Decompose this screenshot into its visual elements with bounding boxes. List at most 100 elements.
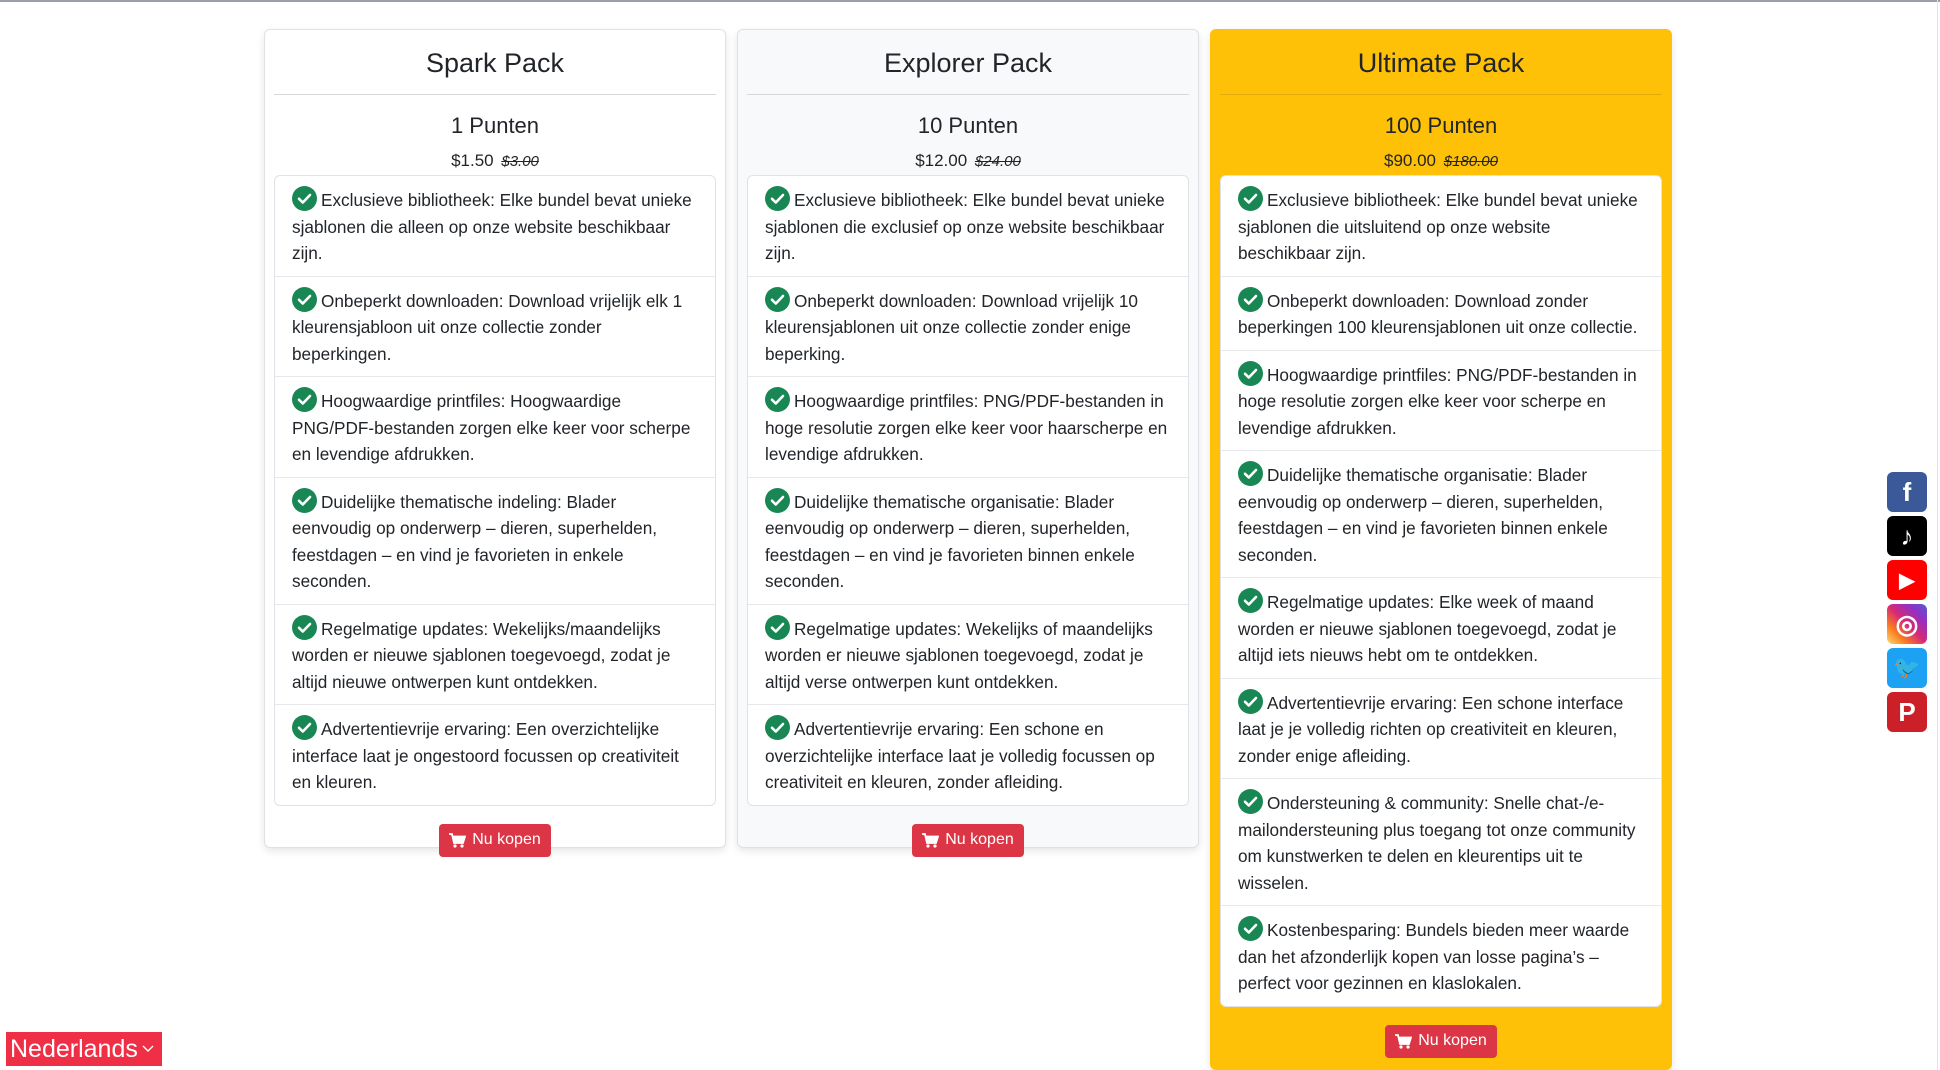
list-item: Regelmatige updates: Wekelijks of maande… [748, 605, 1188, 705]
feature-text: Advertentievrije ervaring: Een schone en… [765, 719, 1155, 792]
feature-list: Exclusieve bibliotheek: Elke bundel beva… [747, 175, 1189, 806]
list-item: Onbeperkt downloaden: Download zonder be… [1221, 277, 1661, 351]
feature-text: Duidelijke thematische indeling: Blader … [292, 491, 658, 592]
check-circle-icon [292, 614, 317, 640]
card-header: Ultimate Pack [1220, 30, 1662, 95]
list-item: Regelmatige updates: Wekelijks/maandelij… [275, 605, 715, 705]
twitter-icon[interactable]: 🐦 [1887, 648, 1927, 688]
list-item: Onbeperkt downloaden: Download vrijelijk… [748, 277, 1188, 377]
buy-now-button[interactable]: Nu kopen [1385, 1024, 1497, 1058]
feature-text: Advertentievrije ervaring: Een schone in… [1238, 692, 1624, 766]
button-label: Nu kopen [945, 831, 1014, 848]
check-circle-icon [1238, 789, 1263, 814]
button-label: Nu kopen [472, 831, 541, 848]
current-price: $1.50 [451, 151, 494, 170]
tiktok-glyph: ♪ [1900, 520, 1914, 551]
facebook-glyph: f [1902, 476, 1912, 507]
feature-text: Regelmatige updates: Wekelijks of maande… [765, 618, 1153, 692]
check-circle-icon [765, 614, 790, 640]
list-item: Duidelijke thematische organisatie: Blad… [748, 478, 1188, 605]
language-label: Nederlands [10, 1034, 138, 1063]
feature-text: Onbeperkt downloaden: Download zonder be… [1238, 290, 1638, 338]
button-wrap: Nu kopen [265, 823, 725, 857]
check-circle-icon [1238, 588, 1263, 613]
list-item: Kostenbesparing: Bundels bieden meer waa… [1221, 906, 1661, 1006]
list-item: Exclusieve bibliotheek: Elke bundel beva… [275, 176, 715, 277]
current-price: $90.00 [1384, 151, 1437, 170]
pinterest-icon[interactable]: P [1887, 692, 1927, 732]
tiktok-icon[interactable]: ♪ [1887, 516, 1927, 556]
youtube-icon[interactable]: ▶ [1887, 560, 1927, 600]
pack-card-explorer: Explorer Pack 10 Punten $12.00 $24.00 Ex… [737, 29, 1199, 857]
buy-now-button[interactable]: Nu kopen [912, 823, 1024, 857]
old-price: $180.00 [1443, 153, 1498, 170]
list-item: Duidelijke thematische indeling: Blader … [275, 478, 715, 605]
check-circle-icon [765, 387, 790, 412]
card-header: Explorer Pack [747, 30, 1189, 95]
pack-title: Ultimate Pack [1357, 47, 1525, 78]
feature-text: Onbeperkt downloaden: Download vrijelijk… [292, 290, 683, 364]
language-select[interactable]: Nederlands [6, 1032, 162, 1066]
feature-text: Hoogwaardige printfiles: PNG/PDF-bestand… [765, 391, 1168, 464]
list-item: Exclusieve bibliotheek: Elke bundel beva… [1221, 176, 1661, 277]
feature-text: Advertentievrije ervaring: Een overzicht… [292, 719, 679, 792]
button-wrap: Nu kopen [1211, 1024, 1671, 1058]
feature-text: Hoogwaardige printfiles: Hoogwaardige PN… [292, 391, 691, 464]
check-circle-icon [765, 186, 790, 211]
check-circle-icon [292, 487, 317, 513]
pack-points: 1 Punten [450, 113, 540, 138]
list-item: Hoogwaardige printfiles: Hoogwaardige PN… [275, 377, 715, 478]
list-item: Onbeperkt downloaden: Download vrijelijk… [275, 277, 715, 377]
current-price: $12.00 [915, 151, 968, 170]
check-circle-icon [292, 387, 317, 412]
feature-text: Kostenbesparing: Bundels bieden meer waa… [1238, 920, 1630, 993]
pack-points: 100 Punten [1384, 113, 1498, 138]
card-header: Spark Pack [274, 30, 716, 95]
check-circle-icon [1238, 360, 1263, 386]
check-circle-icon [1238, 688, 1263, 714]
pack-title: Spark Pack [425, 47, 565, 78]
check-circle-icon [292, 286, 317, 312]
list-item: Advertentievrije ervaring: Een schone in… [1221, 679, 1661, 779]
button-wrap: Nu kopen [738, 823, 1198, 857]
chevron-down-icon [142, 1045, 154, 1052]
feature-text: Duidelijke thematische organisatie: Blad… [765, 491, 1135, 592]
right-border [1937, 0, 1938, 1070]
old-price: $24.00 [974, 153, 1021, 170]
check-circle-icon [292, 715, 317, 740]
cart-icon [449, 832, 467, 848]
feature-text: Exclusieve bibliotheek: Elke bundel beva… [292, 190, 692, 263]
buy-now-button[interactable]: Nu kopen [439, 823, 551, 857]
youtube-glyph: ▶ [1899, 569, 1915, 592]
pack-price: $12.00 $24.00 [738, 151, 1198, 170]
pack-points: 10 Punten [917, 113, 1019, 138]
pack-card-spark: Spark Pack 1 Punten $1.50 $3.00 Exclusie… [264, 29, 726, 857]
check-circle-icon [765, 487, 790, 513]
pack-price: $90.00 $180.00 [1211, 151, 1671, 170]
pack-title: Explorer Pack [883, 47, 1053, 78]
list-item: Hoogwaardige printfiles: PNG/PDF-bestand… [748, 377, 1188, 478]
feature-text: Hoogwaardige printfiles: PNG/PDF-bestand… [1238, 364, 1637, 438]
instagram-icon[interactable]: ◎ [1887, 604, 1927, 644]
facebook-icon[interactable]: f [1887, 472, 1927, 512]
list-item: Hoogwaardige printfiles: PNG/PDF-bestand… [1221, 351, 1661, 451]
pack-card-ultimate: Ultimate Pack 100 Punten $90.00 $180.00 … [1210, 29, 1672, 1070]
check-circle-icon [292, 186, 317, 211]
list-item: Duidelijke thematische organisatie: Blad… [1221, 451, 1661, 578]
feature-list: Exclusieve bibliotheek: Elke bundel beva… [1220, 175, 1662, 1007]
cart-icon [1395, 1033, 1413, 1049]
feature-text: Onbeperkt downloaden: Download vrijelijk… [765, 290, 1138, 364]
feature-text: Ondersteuning & community: Snelle chat-/… [1238, 793, 1636, 893]
feature-text: Regelmatige updates: Wekelijks/maandelij… [292, 618, 671, 692]
twitter-glyph: 🐦 [1893, 655, 1921, 680]
pack-price: $1.50 $3.00 [265, 151, 725, 170]
list-item: Exclusieve bibliotheek: Elke bundel beva… [748, 176, 1188, 277]
list-item: Advertentievrije ervaring: Een overzicht… [275, 705, 715, 805]
feature-text: Regelmatige updates: Elke week of maand … [1238, 592, 1617, 665]
pinterest-glyph: P [1898, 696, 1916, 727]
old-price: $3.00 [501, 153, 539, 170]
list-item: Regelmatige updates: Elke week of maand … [1221, 578, 1661, 679]
check-circle-icon [1238, 186, 1263, 211]
list-item: Ondersteuning & community: Snelle chat-/… [1221, 779, 1661, 906]
check-circle-icon [1238, 461, 1263, 486]
